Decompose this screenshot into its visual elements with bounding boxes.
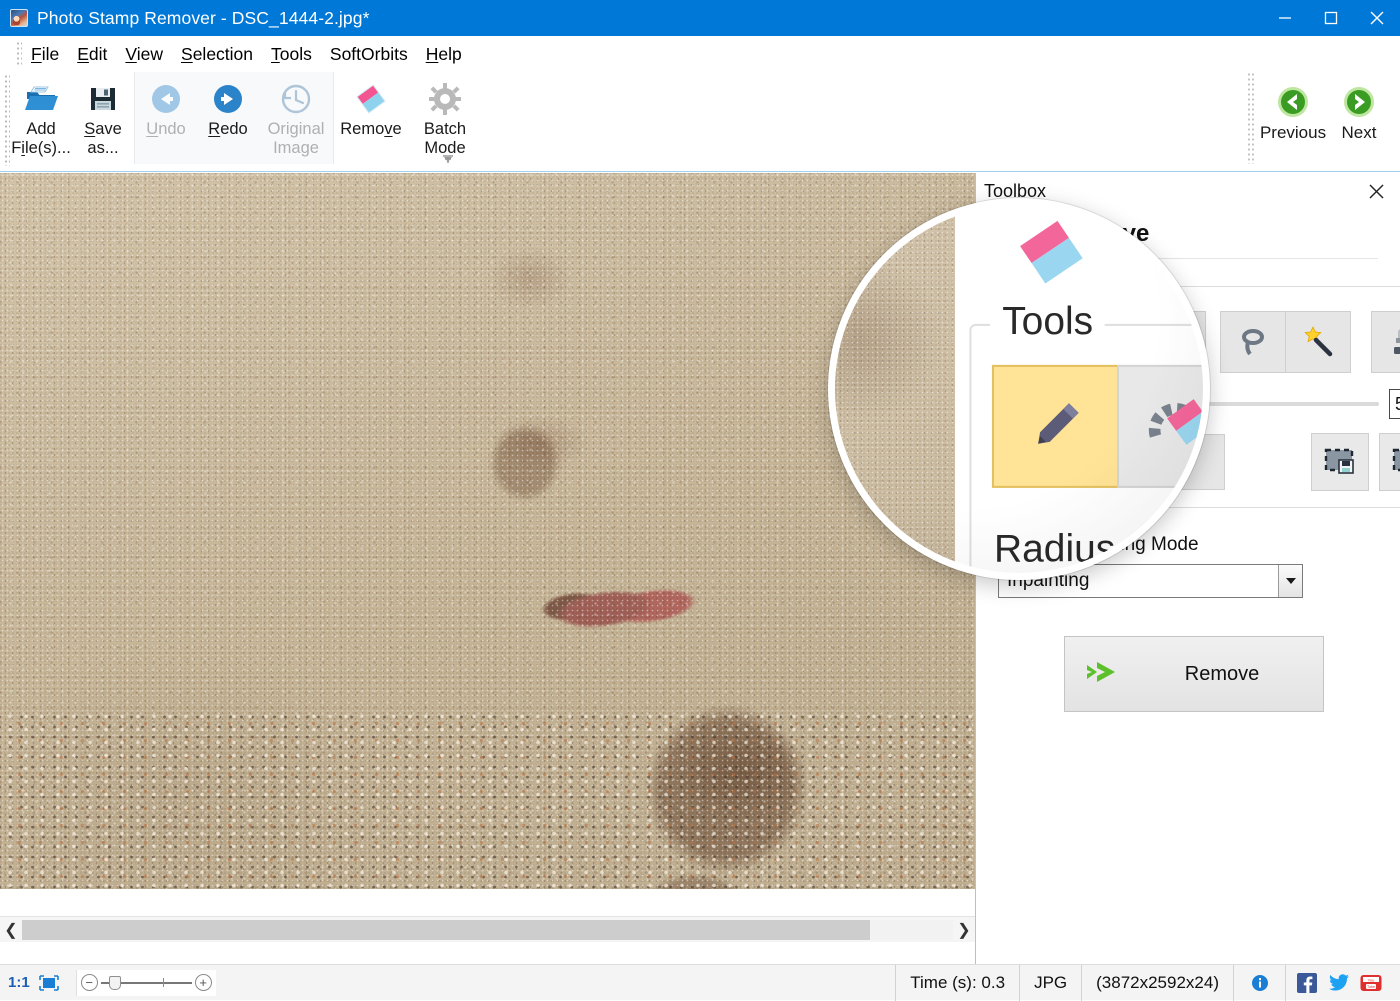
clone-stamp-tool-button[interactable] xyxy=(1371,311,1400,373)
magnified-tools-row xyxy=(994,365,1210,488)
redo-arrow-icon xyxy=(212,81,244,117)
next-label: Next xyxy=(1342,123,1377,142)
add-files-button[interactable]: AddFile(s)... xyxy=(10,72,72,164)
magnified-eraser-icon xyxy=(1010,217,1092,297)
minimize-icon[interactable] xyxy=(1262,0,1308,36)
save-selection-button[interactable] xyxy=(1311,433,1369,491)
next-button[interactable]: Next xyxy=(1326,72,1392,164)
zoom-slider-tick xyxy=(163,978,164,987)
scroll-right-icon[interactable]: ❯ xyxy=(953,917,975,943)
svg-text:Tube: Tube xyxy=(1367,985,1375,989)
menu-selection[interactable]: Selection xyxy=(172,42,262,67)
status-right-group: Time (s): 0.3 JPG (3872x2592x24) xyxy=(895,965,1400,1001)
chevron-down-icon[interactable] xyxy=(1278,565,1302,597)
ribbon-toolbar: AddFile(s)... Saveas... xyxy=(0,72,1400,172)
zoom-ratio-label[interactable]: 1:1 xyxy=(0,974,36,991)
navigation-grip xyxy=(1247,72,1254,164)
previous-arrow-icon xyxy=(1276,84,1310,120)
status-format: JPG xyxy=(1019,965,1081,1001)
menu-tools[interactable]: Tools xyxy=(262,42,321,67)
social-links: You Tube xyxy=(1285,965,1400,1001)
menu-help[interactable]: Help xyxy=(417,42,471,67)
gear-icon xyxy=(429,81,461,117)
zoom-out-icon[interactable]: − xyxy=(81,974,98,991)
scrollbar-track[interactable] xyxy=(22,920,953,940)
previous-label: Previous xyxy=(1260,123,1326,142)
horizontal-scrollbar[interactable]: ❮ ❯ xyxy=(0,916,975,942)
menu-bar: File Edit View Selection Tools SoftOrbit… xyxy=(0,36,1400,72)
zoom-slider-handle[interactable] xyxy=(109,976,121,990)
magnifier-lens-content: Remove Tools xyxy=(835,205,1210,580)
magic-wand-tool-button[interactable] xyxy=(1285,311,1351,373)
remove-button[interactable]: Remove xyxy=(334,72,408,164)
toolbar-group-navigation: Previous Next xyxy=(1247,72,1392,164)
menubar-grip xyxy=(15,41,22,67)
magnified-tools-legend: Tools xyxy=(990,301,1106,346)
close-icon[interactable] xyxy=(1354,0,1400,36)
menu-file[interactable]: File xyxy=(22,42,68,67)
scroll-left-icon[interactable]: ❮ xyxy=(0,917,22,943)
menu-view[interactable]: View xyxy=(116,42,172,67)
scrollbar-thumb[interactable] xyxy=(22,920,870,940)
magnifier-lens: Remove Tools xyxy=(828,198,1210,580)
status-bar: 1:1 − + Time (s): 0.3 JPG (3872x2592x24) xyxy=(0,964,1400,1000)
status-time: Time (s): 0.3 xyxy=(895,965,1019,1001)
toolbar-group-history: Undo Redo OriginalImage xyxy=(134,72,334,164)
youtube-icon[interactable]: You Tube xyxy=(1360,972,1382,994)
magnified-pencil-tool[interactable] xyxy=(992,365,1119,488)
toolbar-grip xyxy=(3,74,10,166)
green-arrow-icon xyxy=(1085,657,1127,692)
remove-action-label: Remove xyxy=(1147,663,1323,686)
magnified-radius-label: Radius xyxy=(994,529,1115,574)
image-canvas-area[interactable]: SHOT ON MI 9T AI TRIPLE CAMERA ❮ ❯ xyxy=(0,173,975,964)
add-files-label: AddFile(s)... xyxy=(11,120,71,158)
undo-label: Undo xyxy=(146,120,185,139)
photo-image[interactable]: SHOT ON MI 9T AI TRIPLE CAMERA xyxy=(0,173,975,889)
window-title: Photo Stamp Remover - DSC_1444-2.jpg* xyxy=(37,8,369,29)
zoom-slider-track[interactable] xyxy=(101,974,192,991)
ribbon-overflow-icon[interactable] xyxy=(440,151,456,167)
next-arrow-icon xyxy=(1342,84,1376,120)
remove-toolbar-label: Remove xyxy=(340,120,401,139)
magnified-eraser-tool[interactable] xyxy=(1117,365,1210,488)
remove-action-button[interactable]: Remove xyxy=(1064,636,1324,712)
title-bar: Photo Stamp Remover - DSC_1444-2.jpg* xyxy=(0,0,1400,36)
redo-button[interactable]: Redo xyxy=(197,72,259,164)
menu-softorbits[interactable]: SoftOrbits xyxy=(321,42,417,67)
window-controls xyxy=(1262,0,1400,36)
app-icon xyxy=(10,9,28,27)
magnified-photo-edge xyxy=(835,205,955,580)
lasso-tool-button[interactable] xyxy=(1220,311,1286,373)
info-icon[interactable] xyxy=(1233,965,1285,1001)
fit-to-window-icon[interactable] xyxy=(36,971,62,995)
zoom-in-icon[interactable]: + xyxy=(195,974,212,991)
facebook-icon[interactable] xyxy=(1296,972,1318,994)
undo-button[interactable]: Undo xyxy=(135,72,197,164)
radius-value-input[interactable]: 50 xyxy=(1389,389,1400,419)
svg-text:You: You xyxy=(1368,977,1375,982)
status-dimensions: (3872x2592x24) xyxy=(1081,965,1233,1001)
maximize-icon[interactable] xyxy=(1308,0,1354,36)
toolbar-group-actions: Remove BatchMode xyxy=(334,72,482,164)
twitter-icon[interactable] xyxy=(1328,972,1350,994)
toolbox-close-icon[interactable] xyxy=(1364,179,1388,203)
eraser-icon xyxy=(354,81,388,117)
save-as-label: Saveas... xyxy=(84,120,122,158)
magnified-sand-grain xyxy=(835,205,955,580)
floppy-disk-icon xyxy=(88,81,118,117)
menu-edit[interactable]: Edit xyxy=(68,42,116,67)
clock-history-icon xyxy=(280,81,312,117)
undo-arrow-icon xyxy=(150,81,182,117)
redo-label: Redo xyxy=(208,120,247,139)
previous-button[interactable]: Previous xyxy=(1260,72,1326,164)
load-selection-button[interactable] xyxy=(1379,433,1400,491)
save-as-button[interactable]: Saveas... xyxy=(72,72,134,164)
open-folder-icon xyxy=(24,81,58,117)
toolbar-group-file: AddFile(s)... Saveas... xyxy=(10,72,134,164)
original-image-button[interactable]: OriginalImage xyxy=(259,72,333,164)
original-image-label: OriginalImage xyxy=(268,120,325,158)
pebble-texture xyxy=(0,709,975,889)
zoom-slider[interactable]: − + xyxy=(76,970,216,996)
